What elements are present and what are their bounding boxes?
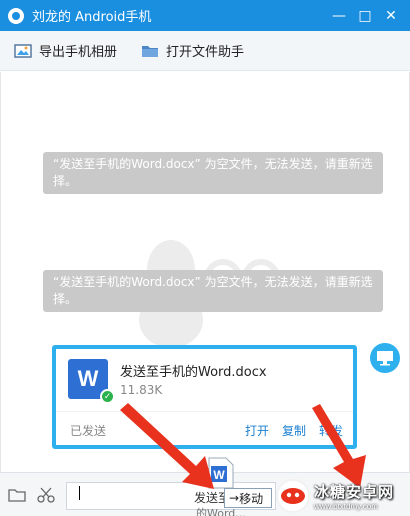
file-actions: 打开 复制 转发 (232, 422, 343, 439)
title-bar: 刘龙的 Android手机 — □ ✕ (0, 0, 410, 31)
svg-text:W: W (213, 468, 225, 482)
export-album-label: 导出手机相册 (39, 45, 118, 60)
notice-message: “发送至手机的Word.docx” 为空文件，无法发送，请重新选择。 (43, 270, 383, 312)
window-controls: — □ ✕ (326, 0, 404, 31)
text-caret (79, 486, 80, 500)
file-size: 11.83K (120, 383, 163, 397)
notice-message: “发送至手机的Word.docx” 为空文件，无法发送，请重新选择。 (43, 152, 383, 194)
scissors-icon[interactable] (37, 486, 55, 504)
app-icon (8, 7, 24, 24)
brand-url: www.btxtdmy.com (314, 502, 378, 511)
site-watermark-brand: 冰糖安卓网 www.btxtdmy.com (276, 476, 410, 516)
arrow-right-icon: → (229, 491, 240, 505)
window-title: 刘龙的 Android手机 (32, 10, 152, 25)
folder-icon[interactable] (8, 487, 26, 503)
copy-link[interactable]: 复制 (282, 422, 306, 439)
move-tooltip-label: 移动 (239, 491, 264, 506)
chat-area[interactable]: “发送至手机的Word.docx” 为空文件，无法发送，请重新选择。 “发送至手… (0, 72, 410, 472)
folder-icon (142, 45, 159, 57)
open-file-helper-button[interactable]: 打开文件助手 (141, 41, 244, 60)
toolbar: 导出手机相册 打开文件助手 (0, 31, 410, 71)
brand-name: 冰糖安卓网 (314, 483, 395, 501)
photo-export-icon (14, 43, 32, 58)
forward-link[interactable]: 转发 (319, 422, 343, 439)
checkmark-icon: ✓ (100, 389, 115, 404)
file-info: W ✓ 发送至手机的Word.docx 11.83K (56, 349, 353, 411)
brand-logo-icon (276, 479, 310, 513)
dragged-word-file-icon[interactable]: W (208, 457, 234, 489)
open-link[interactable]: 打开 (245, 422, 269, 439)
file-message-card[interactable]: W ✓ 发送至手机的Word.docx 11.83K 已发送 打开 复制 转发 (52, 345, 357, 449)
minimize-button[interactable]: — (326, 3, 352, 29)
sent-status: 已发送 (70, 424, 107, 438)
export-album-button[interactable]: 导出手机相册 (14, 41, 117, 60)
open-file-helper-label: 打开文件助手 (166, 45, 245, 60)
brand-text: 冰糖安卓网 www.btxtdmy.com (314, 481, 394, 511)
file-card-footer: 已发送 打开 复制 转发 (56, 411, 353, 445)
close-button[interactable]: ✕ (378, 3, 404, 29)
file-name: 发送至手机的Word.docx (120, 365, 267, 380)
move-tooltip: → 移动 (224, 488, 272, 508)
maximize-button[interactable]: □ (352, 3, 378, 29)
computer-avatar-icon (370, 343, 400, 373)
